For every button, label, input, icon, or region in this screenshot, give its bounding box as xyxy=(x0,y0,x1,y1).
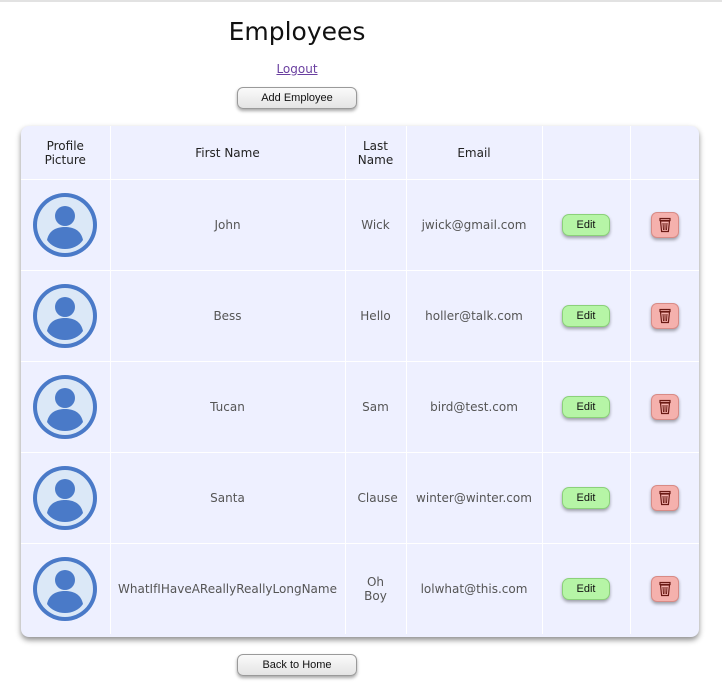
email-cell: lolwhat@this.com xyxy=(406,543,543,634)
delete-cell xyxy=(630,452,699,544)
delete-cell xyxy=(630,179,699,271)
trash-icon xyxy=(659,490,671,506)
email-cell: holler@talk.com xyxy=(406,270,543,362)
first-name-cell: Tucan xyxy=(110,361,346,453)
last-name-cell: Hello xyxy=(345,270,407,362)
profile-picture-cell xyxy=(21,543,111,634)
top-border xyxy=(0,0,722,2)
first-name-cell: Santa xyxy=(110,452,346,544)
delete-button[interactable] xyxy=(650,212,679,238)
employees-table: Profile Picture First Name Last Name Ema… xyxy=(21,126,699,634)
user-avatar-icon xyxy=(33,193,98,257)
edit-cell: Edit xyxy=(542,361,631,453)
edit-button[interactable]: Edit xyxy=(562,578,610,600)
delete-button[interactable] xyxy=(650,576,679,602)
trash-icon xyxy=(659,581,671,597)
last-name-cell: Oh Boy xyxy=(345,543,407,634)
user-avatar-icon xyxy=(33,284,98,348)
user-avatar-icon xyxy=(33,557,98,621)
user-avatar-icon xyxy=(33,466,98,530)
edit-button[interactable]: Edit xyxy=(562,305,610,327)
delete-cell xyxy=(630,270,699,362)
column-header-edit xyxy=(542,126,631,180)
first-name-cell: Bess xyxy=(110,270,346,362)
table-header-row: Profile Picture First Name Last Name Ema… xyxy=(21,126,699,180)
edit-cell: Edit xyxy=(542,179,631,271)
column-header-delete xyxy=(630,126,699,180)
profile-picture-cell xyxy=(21,452,111,544)
delete-button[interactable] xyxy=(650,485,679,511)
back-to-home-button[interactable]: Back to Home xyxy=(237,654,357,676)
edit-cell: Edit xyxy=(542,452,631,544)
trash-icon xyxy=(659,399,671,415)
column-header-first-name: First Name xyxy=(110,126,346,180)
email-cell: jwick@gmail.com xyxy=(406,179,543,271)
logout-link[interactable]: Logout xyxy=(0,62,594,76)
last-name-cell: Sam xyxy=(345,361,407,453)
first-name-cell: John xyxy=(110,179,346,271)
first-name-cell: WhatIfIHaveAReallyReallyLongName xyxy=(110,543,346,634)
trash-icon xyxy=(659,308,671,324)
user-avatar-icon xyxy=(33,375,98,439)
delete-cell xyxy=(630,544,699,635)
email-cell: winter@winter.com xyxy=(406,452,543,544)
profile-picture-cell xyxy=(21,361,111,453)
table-row: John Wick jwick@gmail.com Edit xyxy=(21,179,699,271)
profile-picture-cell xyxy=(21,270,111,362)
delete-button[interactable] xyxy=(650,394,679,420)
edit-button[interactable]: Edit xyxy=(562,214,610,236)
edit-button[interactable]: Edit xyxy=(562,487,610,509)
profile-picture-cell xyxy=(21,179,111,271)
column-header-last-name: Last Name xyxy=(345,126,407,180)
email-cell: bird@test.com xyxy=(406,361,543,453)
delete-button[interactable] xyxy=(650,303,679,329)
trash-icon xyxy=(659,217,671,233)
edit-button[interactable]: Edit xyxy=(562,396,610,418)
table-row: Santa Clause winter@winter.com Edit xyxy=(21,452,699,544)
column-header-profile-picture: Profile Picture xyxy=(21,126,111,180)
edit-cell: Edit xyxy=(542,543,631,634)
delete-cell xyxy=(630,361,699,453)
page-title: Employees xyxy=(228,17,366,46)
table-row: Bess Hello holler@talk.com Edit xyxy=(21,270,699,362)
employees-table-card: Profile Picture First Name Last Name Ema… xyxy=(21,126,699,637)
table-row: WhatIfIHaveAReallyReallyLongName Oh Boy … xyxy=(21,543,699,635)
last-name-cell: Clause xyxy=(345,452,407,544)
column-header-email: Email xyxy=(406,126,543,180)
edit-cell: Edit xyxy=(542,270,631,362)
last-name-cell: Wick xyxy=(345,179,407,271)
table-row: Tucan Sam bird@test.com Edit xyxy=(21,361,699,453)
add-employee-button[interactable]: Add Employee xyxy=(237,87,357,109)
